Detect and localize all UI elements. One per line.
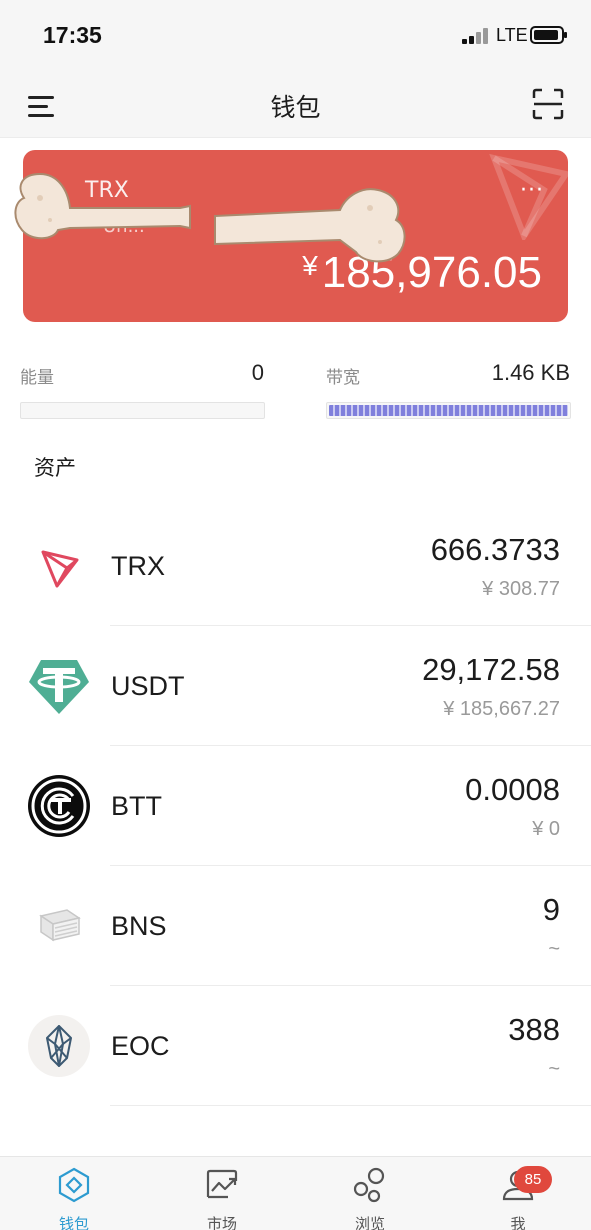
asset-row-trx[interactable]: TRX 666.3733 ¥ 308.77 [0, 506, 591, 626]
asset-symbol: TRX [111, 551, 165, 581]
tab-market[interactable]: 市场 [148, 1157, 296, 1230]
scan-button[interactable] [532, 88, 564, 120]
tab-label: 浏览 [354, 1215, 385, 1230]
asset-row-eoc[interactable]: EOC 388 ~ [0, 986, 591, 1106]
bandwidth-value: 1.46 KB [491, 360, 570, 385]
asset-symbol: USDT [111, 671, 185, 701]
bone-sticker-icon [14, 172, 406, 263]
navigation-bar: 钱包 [0, 72, 591, 138]
tab-wallet[interactable]: 钱包 [0, 1157, 148, 1230]
bandwidth-label: 带宽 [326, 368, 360, 388]
status-time: 17:35 [43, 22, 102, 48]
energy-label: 能量 [20, 368, 54, 388]
asset-symbol: BTT [111, 791, 162, 821]
bandwidth-progress-fill [329, 405, 568, 416]
asset-amount: 388 [508, 1012, 560, 1047]
tab-label: 钱包 [58, 1215, 89, 1230]
bandwidth-progress-bar [326, 402, 571, 419]
energy-progress-bar [20, 402, 265, 419]
asset-amount: 9 [542, 892, 560, 927]
asset-fiat-value: ~ [548, 1058, 560, 1080]
asset-fiat-value: ¥ 308.77 [482, 578, 560, 600]
energy-value: 0 [251, 360, 264, 385]
assets-section-title: 资产 [34, 456, 76, 480]
asset-symbol: BNS [111, 911, 167, 941]
asset-fiat-value: ¥ 0 [532, 818, 560, 840]
row-divider [110, 1105, 591, 1106]
tab-bar: 钱包 市场 浏览 我 [0, 1156, 591, 1230]
more-options-button[interactable]: ··· [520, 178, 544, 203]
asset-row-usdt[interactable]: USDT 29,172.58 ¥ 185,667.27 [0, 626, 591, 746]
eoc-icon [28, 1015, 90, 1077]
tab-discover[interactable]: 浏览 [296, 1157, 444, 1230]
status-bar: 17:35 LTE [0, 0, 591, 72]
asset-amount: 666.3733 [430, 532, 560, 567]
asset-symbol: EOC [111, 1031, 170, 1061]
notification-badge: 85 [514, 1166, 552, 1193]
asset-row-bns[interactable]: BNS 9 ~ [0, 866, 591, 986]
asset-amount: 29,172.58 [422, 652, 560, 687]
usdt-icon [29, 660, 89, 714]
tab-profile[interactable]: 我 [444, 1157, 591, 1230]
bns-icon [39, 909, 81, 942]
tab-label: 我 [510, 1215, 526, 1230]
page-title: 钱包 [270, 93, 321, 122]
asset-row-btt[interactable]: BTT 0.0008 ¥ 0 [0, 746, 591, 866]
network-type: LTE [496, 25, 528, 45]
trx-icon [41, 550, 79, 588]
asset-fiat-value: ¥ 185,667.27 [443, 698, 560, 720]
scan-icon [532, 88, 564, 120]
battery-icon [530, 26, 567, 44]
wallet-icon [58, 1167, 90, 1203]
btt-icon [28, 775, 90, 837]
market-chart-icon [206, 1169, 238, 1199]
cellular-signal-icon [462, 28, 490, 44]
asset-fiat-value: ~ [548, 938, 560, 960]
tab-label: 市场 [206, 1215, 237, 1230]
asset-amount: 0.0008 [465, 772, 560, 807]
discover-icon [353, 1167, 385, 1203]
